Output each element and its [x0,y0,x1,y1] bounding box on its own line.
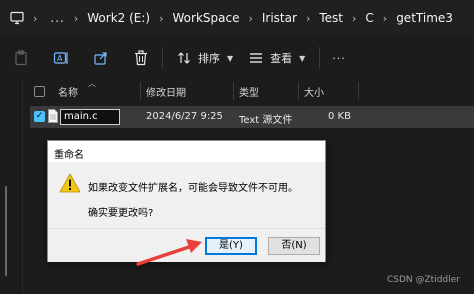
dialog-message: 如果改变文件扩展名，可能会导致文件不可用。 [88,183,298,194]
column-size[interactable]: 大小 [304,84,324,99]
breadcrumb-iristar[interactable]: Iristar [262,11,297,25]
column-type[interactable]: 类型 [239,84,259,99]
column-header: ︿ 名称 修改日期 类型 大小 [0,79,474,102]
navigation-scrollbar[interactable] [5,186,7,276]
sort-icon [175,49,193,67]
view-button[interactable]: 查看 ▼ [247,49,305,67]
breadcrumb-workspace[interactable]: WorkSpace [173,11,240,25]
share-icon[interactable] [92,49,110,67]
chevron-down-icon: ▼ [299,53,306,63]
column-divider[interactable] [140,82,141,100]
see-more-button[interactable]: ··· [332,52,346,65]
column-divider[interactable] [358,82,359,100]
sort-button[interactable]: 排序 ▼ [175,49,233,67]
view-label: 查看 [270,52,293,65]
breadcrumb-separator: › [351,11,357,25]
warning-icon [59,173,81,197]
toolbar-divider [319,47,321,69]
text-file-icon [48,109,58,126]
view-icon [247,49,265,67]
command-bar: A 排序 ▼ 查看 ▼ ··· [0,36,474,80]
dialog-question: 确实要更改吗? [88,208,154,219]
breadcrumb-separator: › [33,11,38,25]
file-modified: 2024/6/27 9:25 [146,111,223,122]
address-bar[interactable]: › ... › Work2 (E:) › WorkSpace › Iristar… [0,0,474,36]
breadcrumb-c[interactable]: C [365,11,373,25]
breadcrumb-separator: › [382,11,388,25]
row-checkbox[interactable]: ✓ [34,111,45,122]
dialog-title: 重命名 [48,141,325,162]
svg-text:A: A [57,54,63,63]
navigation-pane-edge [22,80,23,294]
select-all-checkbox[interactable] [34,86,45,97]
file-type: Text 源文件 [239,115,293,126]
breadcrumb-separator: › [248,11,253,25]
paste-icon[interactable] [12,49,30,67]
rename-icon[interactable]: A [52,49,70,67]
computer-icon[interactable] [10,11,24,25]
breadcrumb-separator: › [305,11,311,25]
breadcrumb-separator: › [73,11,79,25]
breadcrumb-separator: › [159,11,164,25]
column-divider[interactable] [233,82,234,100]
rename-input[interactable]: main.c [60,109,120,125]
sort-label: 排序 [198,52,220,65]
chevron-down-icon: ▼ [227,53,234,63]
breadcrumb-work2[interactable]: Work2 (E:) [87,11,150,25]
breadcrumb-test[interactable]: Test [319,11,343,25]
column-modified[interactable]: 修改日期 [146,84,186,99]
annotation-arrow-icon [136,239,202,266]
no-button[interactable]: 否(N) [268,237,320,255]
file-row[interactable]: ✓ main.c 2024/6/27 9:25 Text 源文件 0 KB [30,106,474,128]
yes-button[interactable]: 是(Y) [205,237,257,255]
breadcrumb-overflow[interactable]: ... [50,11,64,25]
column-name[interactable]: 名称 [58,84,78,99]
column-divider[interactable] [298,82,299,100]
delete-icon[interactable] [132,49,150,67]
file-size: 0 KB [328,111,351,122]
toolbar-divider [162,47,163,69]
breadcrumb-gettime3[interactable]: getTime3 [396,11,453,25]
sort-ascending-icon: ︿ [88,79,96,88]
watermark: CSDN @Ztiddler [387,275,460,285]
